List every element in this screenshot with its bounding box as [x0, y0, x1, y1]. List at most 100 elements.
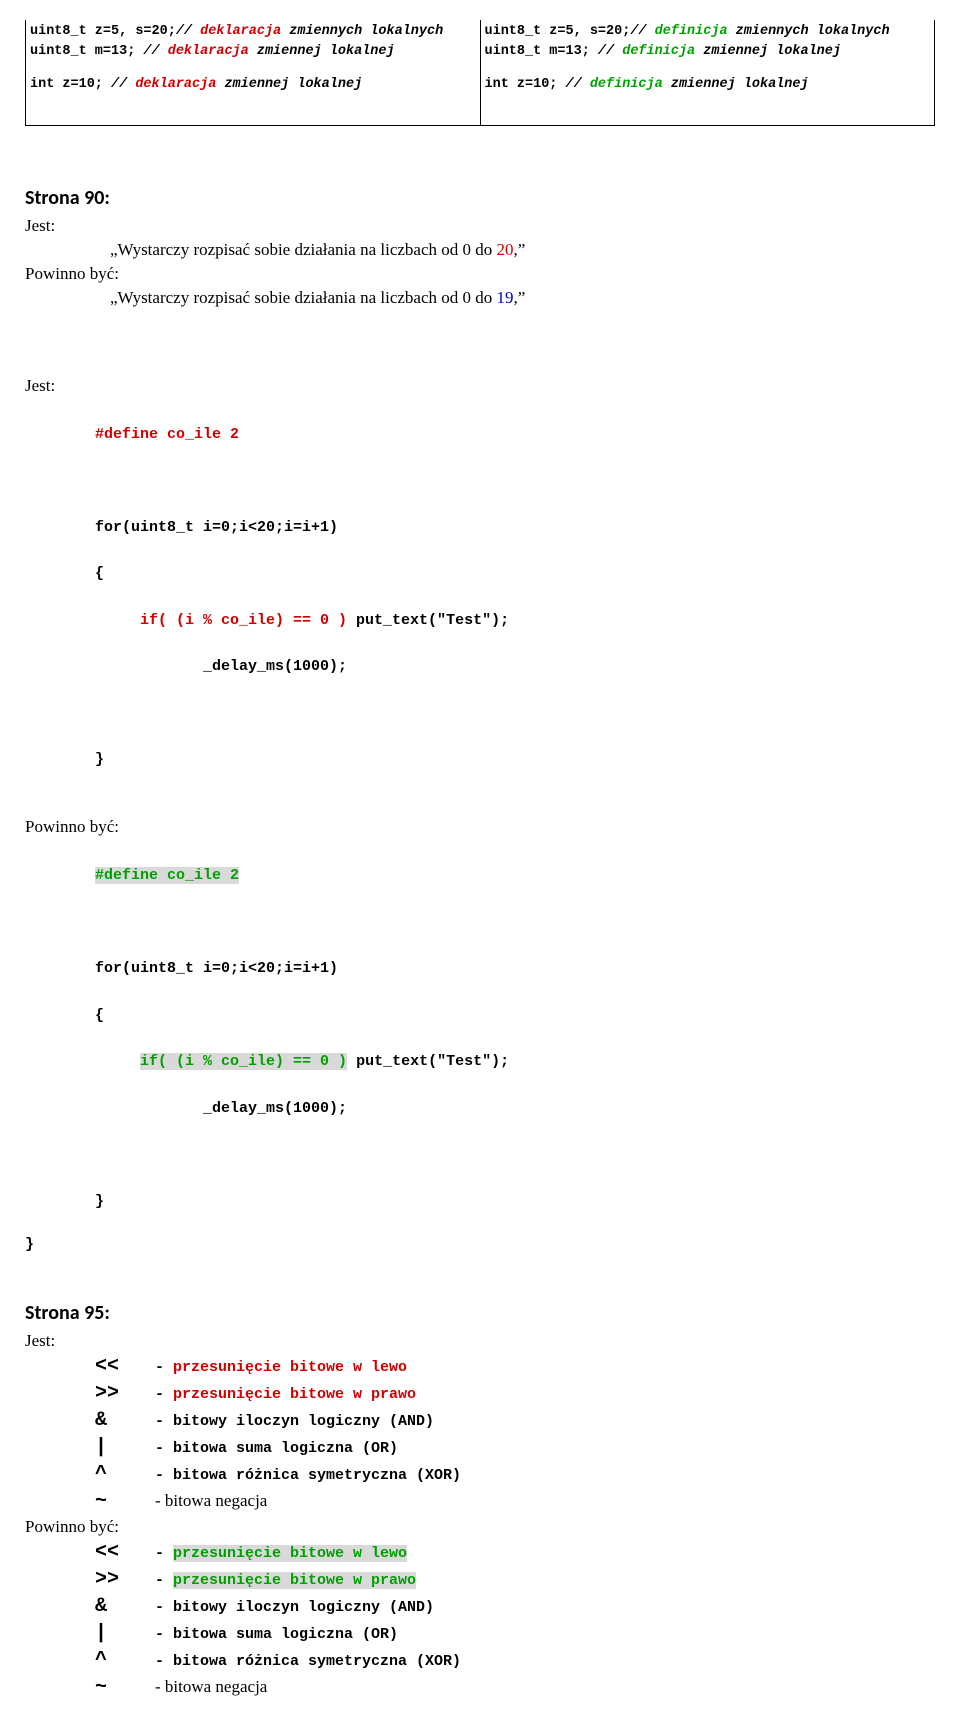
- comment-rest: zmiennej lokalnej: [216, 77, 362, 92]
- operator-symbol: &: [95, 1409, 155, 1432]
- if-condition: if( (i % co_ile) == 0 ): [95, 612, 347, 629]
- blank-line: [30, 61, 476, 75]
- brace-open: {: [95, 1004, 935, 1027]
- operator-symbol: <<: [95, 1355, 155, 1378]
- operator-desc: bitowa różnica symetryczna (XOR): [173, 1653, 461, 1670]
- operator-desc: - bitowa negacja: [155, 1677, 267, 1697]
- code-text: uint8_t z=5, s=20;: [485, 24, 631, 39]
- code-text: uint8_t m=13;: [485, 44, 590, 59]
- jest-label: Jest:: [25, 376, 935, 396]
- code-line: uint8_t m=13; // deklaracja zmiennej lok…: [30, 42, 476, 62]
- operator-row: >>-przesunięcie bitowe w prawo: [95, 1568, 935, 1591]
- operator-dash: -: [155, 1599, 173, 1616]
- operator-dash: -: [155, 1626, 173, 1643]
- brace-close-outer: }: [25, 1236, 935, 1253]
- operator-dash: -: [155, 1467, 173, 1484]
- comment-rest: zmiennych lokalnych: [728, 24, 890, 39]
- comment-rest: zmiennych lokalnych: [281, 24, 443, 39]
- operators-powinno: <<-przesunięcie bitowe w lewo>>-przesuni…: [25, 1541, 935, 1672]
- comment-prefix: //: [590, 44, 622, 59]
- comment-prefix: //: [111, 77, 135, 92]
- quote-number: 19: [497, 288, 514, 307]
- code-block-jest: #define co_ile 2 for(uint8_t i=0;i<20;i=…: [95, 400, 935, 795]
- operator-symbol: |: [95, 1436, 155, 1459]
- operator-symbol: ^: [95, 1649, 155, 1672]
- operator-symbol: <<: [95, 1541, 155, 1564]
- code-line: uint8_t z=5, s=20;// deklaracja zmiennyc…: [30, 22, 476, 42]
- operators-jest: <<-przesunięcie bitowe w lewo>>-przesuni…: [25, 1355, 935, 1486]
- operator-symbol: &: [95, 1595, 155, 1618]
- quote-tail: ,”: [514, 240, 526, 259]
- blank-line: [95, 1143, 935, 1166]
- operator-row: |-bitowa suma logiczna (OR): [95, 1436, 935, 1459]
- quote-number: 20: [497, 240, 514, 259]
- blank-line: [485, 61, 931, 75]
- spacer: [25, 1253, 935, 1271]
- code-text: uint8_t z=5, s=20;: [30, 24, 176, 39]
- comment-word: deklaracja: [135, 77, 216, 92]
- operator-row-negation: ~ - bitowa negacja: [95, 1490, 935, 1513]
- quote-tail: ,”: [514, 288, 526, 307]
- spacer: [25, 312, 935, 342]
- powinno-label: Powinno być:: [25, 817, 935, 837]
- page-90-heading: Strona 90:: [25, 186, 935, 210]
- if-rest: put_text("Test");: [347, 612, 509, 629]
- operator-row: ^-bitowa różnica symetryczna (XOR): [95, 1649, 935, 1672]
- operator-dash: -: [155, 1386, 173, 1403]
- if-line: if( (i % co_ile) == 0 ) put_text("Test")…: [95, 1050, 935, 1073]
- operator-desc: przesunięcie bitowe w lewo: [173, 1545, 407, 1562]
- powinno-label: Powinno być:: [25, 264, 935, 284]
- brace-close: }: [95, 748, 935, 771]
- operator-symbol: |: [95, 1622, 155, 1645]
- blank-line: [95, 911, 935, 934]
- operator-symbol: ~: [95, 1490, 155, 1513]
- comment-prefix: //: [135, 44, 167, 59]
- operator-symbol: ~: [95, 1676, 155, 1699]
- top-right-cell: uint8_t z=5, s=20;// definicja zmiennych…: [481, 20, 935, 125]
- operator-row: <<-przesunięcie bitowe w lewo: [95, 1541, 935, 1564]
- jest-label: Jest:: [25, 216, 935, 236]
- operator-symbol: >>: [95, 1382, 155, 1405]
- operator-dash: -: [155, 1413, 173, 1430]
- comment-word: deklaracja: [200, 24, 281, 39]
- operator-dash: -: [155, 1572, 173, 1589]
- blank-line: [95, 469, 935, 492]
- operator-desc: bitowa suma logiczna (OR): [173, 1440, 398, 1457]
- code-line: uint8_t m=13; // definicja zmiennej loka…: [485, 42, 931, 62]
- delay-line: _delay_ms(1000);: [95, 655, 935, 678]
- operator-row: ^-bitowa różnica symetryczna (XOR): [95, 1463, 935, 1486]
- spacer: [25, 342, 935, 372]
- operator-desc: bitowa różnica symetryczna (XOR): [173, 1467, 461, 1484]
- comment-prefix: //: [630, 24, 654, 39]
- for-line: for(uint8_t i=0;i<20;i=i+1): [95, 516, 935, 539]
- operator-row: |-bitowa suma logiczna (OR): [95, 1622, 935, 1645]
- operator-row: <<-przesunięcie bitowe w lewo: [95, 1355, 935, 1378]
- operator-symbol: >>: [95, 1568, 155, 1591]
- code-text: int z=10;: [485, 77, 566, 92]
- top-code-comparison: uint8_t z=5, s=20;// deklaracja zmiennyc…: [25, 20, 935, 126]
- operator-dash: -: [155, 1653, 173, 1670]
- comment-word: definicja: [622, 44, 695, 59]
- quote-text: „Wystarczy rozpisać sobie działania na l…: [110, 288, 497, 307]
- comment-prefix: //: [566, 77, 590, 92]
- delay-line: _delay_ms(1000);: [95, 1097, 935, 1120]
- operator-desc: bitowy iloczyn logiczny (AND): [173, 1599, 434, 1616]
- jest-label: Jest:: [25, 1331, 935, 1351]
- brace-open: {: [95, 562, 935, 585]
- operator-dash: -: [155, 1440, 173, 1457]
- operator-row-negation: ~ - bitowa negacja: [95, 1676, 935, 1699]
- quote-powinno: „Wystarczy rozpisać sobie działania na l…: [110, 288, 935, 308]
- page-95-heading: Strona 95:: [25, 1301, 935, 1325]
- comment-rest: zmiennej lokalnej: [695, 44, 841, 59]
- comment-word: deklaracja: [168, 44, 249, 59]
- code-text: uint8_t m=13;: [30, 44, 135, 59]
- operator-desc: bitowa suma logiczna (OR): [173, 1626, 398, 1643]
- operator-dash: -: [155, 1545, 173, 1562]
- if-line: if( (i % co_ile) == 0 ) put_text("Test")…: [95, 609, 935, 632]
- if-condition: if( (i % co_ile) == 0 ): [140, 1053, 347, 1070]
- operator-symbol: ^: [95, 1463, 155, 1486]
- blank-line: [95, 702, 935, 725]
- operator-desc: - bitowa negacja: [155, 1491, 267, 1511]
- quote-jest: „Wystarczy rozpisać sobie działania na l…: [110, 240, 935, 260]
- define-hl: #define co_ile 2: [95, 867, 239, 884]
